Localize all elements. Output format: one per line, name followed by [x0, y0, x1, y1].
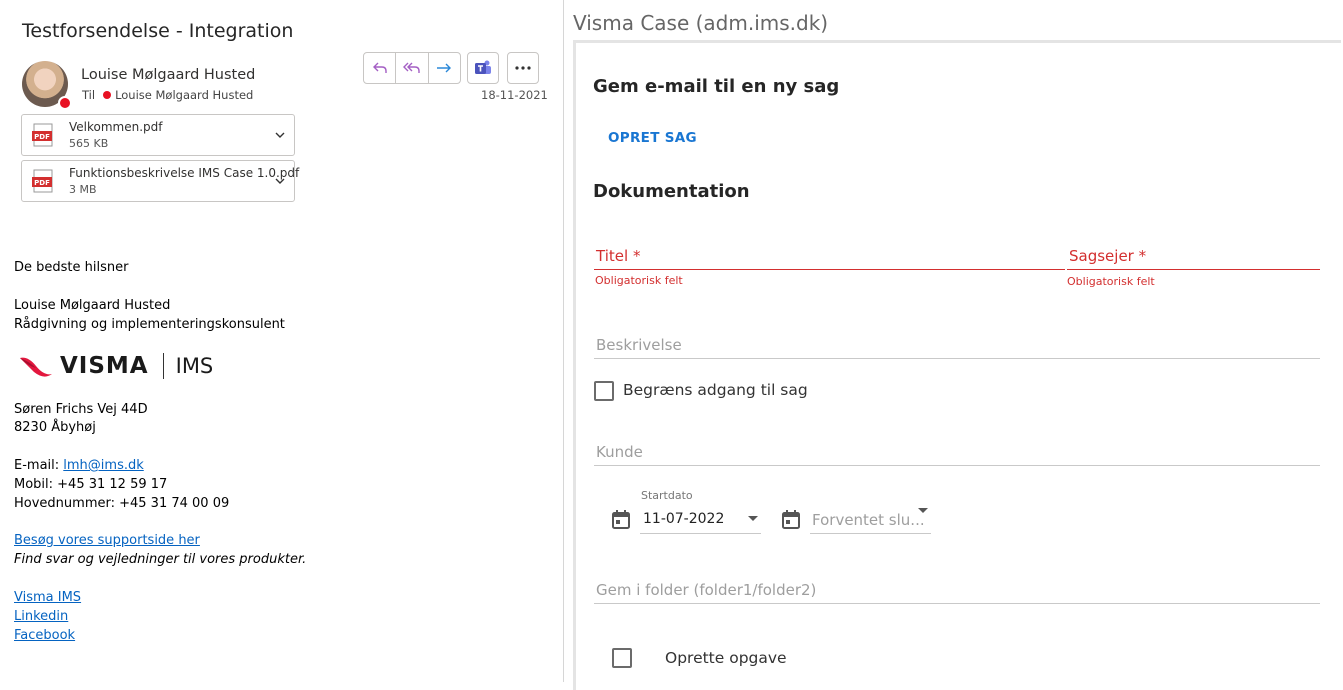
customer-field[interactable]: Kunde: [594, 440, 1320, 466]
calendar-icon[interactable]: [781, 509, 801, 530]
signature-role: Rådgivning og implementeringskonsulent: [14, 317, 285, 332]
title-field-underline: [594, 269, 1065, 270]
link-facebook-text[interactable]: Facebook: [14, 628, 75, 643]
calendar-icon[interactable]: [611, 509, 631, 530]
pdf-file-icon: PDF: [32, 169, 53, 193]
logo-divider: [162, 353, 164, 379]
link-facebook[interactable]: Facebook: [14, 628, 75, 643]
folder-field[interactable]: Gem i folder (folder1/folder2): [594, 578, 1320, 604]
chevron-down-icon[interactable]: [274, 129, 286, 141]
description-field-underline: [594, 358, 1320, 359]
chevron-down-icon[interactable]: [274, 175, 286, 187]
dropdown-caret-icon[interactable]: [918, 508, 928, 513]
support-link[interactable]: Besøg vores supportside her: [14, 533, 200, 548]
logo-wordmark: VISMA: [60, 353, 149, 379]
start-date-field[interactable]: 11-07-2022: [640, 505, 761, 534]
email-link[interactable]: lmh@ims.dk: [63, 458, 143, 473]
reply-icon: [372, 62, 387, 73]
reply-button-group: [363, 52, 461, 84]
restrict-access-checkbox[interactable]: [594, 381, 614, 401]
end-date-field[interactable]: Forventet slu...: [810, 505, 931, 534]
email-label: E-mail:: [14, 458, 64, 473]
more-actions-button[interactable]: [507, 52, 539, 84]
sender-name[interactable]: Louise Mølgaard Husted: [81, 67, 255, 83]
email-line: E-mail: lmh@ims.dk: [14, 458, 144, 473]
address-line-2: 8230 Åbyhøj: [14, 420, 96, 435]
forward-icon: [437, 63, 452, 73]
reply-all-icon: [402, 62, 420, 73]
mail-date: 18-11-2021: [481, 88, 548, 102]
attachment-size: 3 MB: [69, 183, 97, 196]
main-number-line: Hovednummer: +45 31 74 00 09: [14, 496, 230, 511]
to-label: Til: [82, 88, 96, 102]
save-heading: Gem e-mail til en ny sag: [593, 76, 840, 97]
owner-field-underline: [1067, 269, 1320, 270]
start-date-underline: [640, 533, 761, 534]
address-line-1: Søren Frichs Vej 44D: [14, 402, 148, 417]
create-task-label[interactable]: Oprette opgave: [665, 649, 787, 667]
support-text: Find svar og vejledninger til vores prod…: [14, 552, 307, 567]
mail-subject: Testforsendelse - Integration: [22, 20, 294, 42]
create-case-button[interactable]: OPRET SAG: [598, 124, 707, 152]
attachment-name: Funktionsbeskrivelse IMS Case 1.0.pdf: [69, 166, 300, 180]
customer-field-label: Kunde: [596, 443, 643, 461]
end-date-underline: [810, 533, 931, 534]
reply-button[interactable]: [364, 53, 397, 83]
reply-all-button[interactable]: [396, 53, 429, 83]
pdf-badge: PDF: [34, 133, 50, 141]
attachment-card[interactable]: PDF Funktionsbeskrivelse IMS Case 1.0.pd…: [21, 160, 299, 202]
dropdown-caret-icon[interactable]: [748, 516, 758, 521]
documentation-heading: Dokumentation: [593, 181, 750, 202]
title-field[interactable]: Titel *: [594, 244, 1065, 270]
link-visma-ims-text[interactable]: Visma IMS: [14, 590, 81, 605]
addin-title: Visma Case (adm.ims.dk): [573, 11, 829, 35]
pane-divider[interactable]: [563, 0, 564, 682]
recipient-name[interactable]: Louise Mølgaard Husted: [115, 88, 253, 102]
pdf-file-icon: PDF: [32, 123, 53, 147]
visma-ims-logo: VISMA IMS: [18, 350, 213, 382]
attachment-card[interactable]: PDF Velkommen.pdf 565 KB: [21, 114, 295, 156]
logo-subtext: IMS: [175, 354, 214, 378]
signature-name: Louise Mølgaard Husted: [14, 298, 171, 313]
owner-field-label: Sagsejer *: [1069, 247, 1147, 265]
folder-field-underline: [594, 603, 1320, 604]
teams-icon: [475, 60, 491, 74]
recipient-presence-icon: [103, 91, 112, 99]
visma-swoosh-icon: [20, 357, 52, 377]
mail-reading-pane: Testforsendelse - Integration Louise Møl…: [0, 0, 563, 682]
owner-field-helper: Obligatorisk felt: [1067, 275, 1155, 288]
mobile-line: Mobil: +45 31 12 59 17: [14, 477, 168, 492]
owner-field[interactable]: Sagsejer *: [1067, 244, 1320, 270]
description-field-label: Beskrivelse: [596, 336, 682, 354]
title-field-helper: Obligatorisk felt: [595, 274, 683, 287]
customer-field-underline: [594, 465, 1320, 466]
start-date-label: Startdato: [641, 489, 693, 502]
teams-button[interactable]: [467, 52, 499, 84]
signature-greeting: De bedste hilsner: [14, 260, 129, 275]
pdf-badge: PDF: [34, 179, 50, 187]
attachment-name: Velkommen.pdf: [69, 120, 163, 134]
link-linkedin[interactable]: Linkedin: [14, 609, 68, 624]
support-link-text[interactable]: Besøg vores supportside her: [14, 533, 200, 548]
title-field-label: Titel *: [596, 247, 641, 265]
presence-status-icon: [58, 96, 72, 110]
restrict-access-label[interactable]: Begræns adgang til sag: [623, 381, 808, 399]
forward-button[interactable]: [429, 53, 460, 83]
description-field[interactable]: Beskrivelse: [594, 333, 1320, 359]
start-date-value: 11-07-2022: [643, 511, 725, 527]
folder-field-label: Gem i folder (folder1/folder2): [596, 581, 817, 599]
recipient-line: Til Louise Mølgaard Husted: [82, 88, 253, 102]
create-task-checkbox[interactable]: [612, 648, 632, 668]
more-icon: [515, 66, 531, 70]
end-date-placeholder: Forventet slu...: [812, 511, 925, 529]
link-linkedin-text[interactable]: Linkedin: [14, 609, 68, 624]
attachment-size: 565 KB: [69, 137, 109, 150]
link-visma-ims[interactable]: Visma IMS: [14, 590, 81, 605]
